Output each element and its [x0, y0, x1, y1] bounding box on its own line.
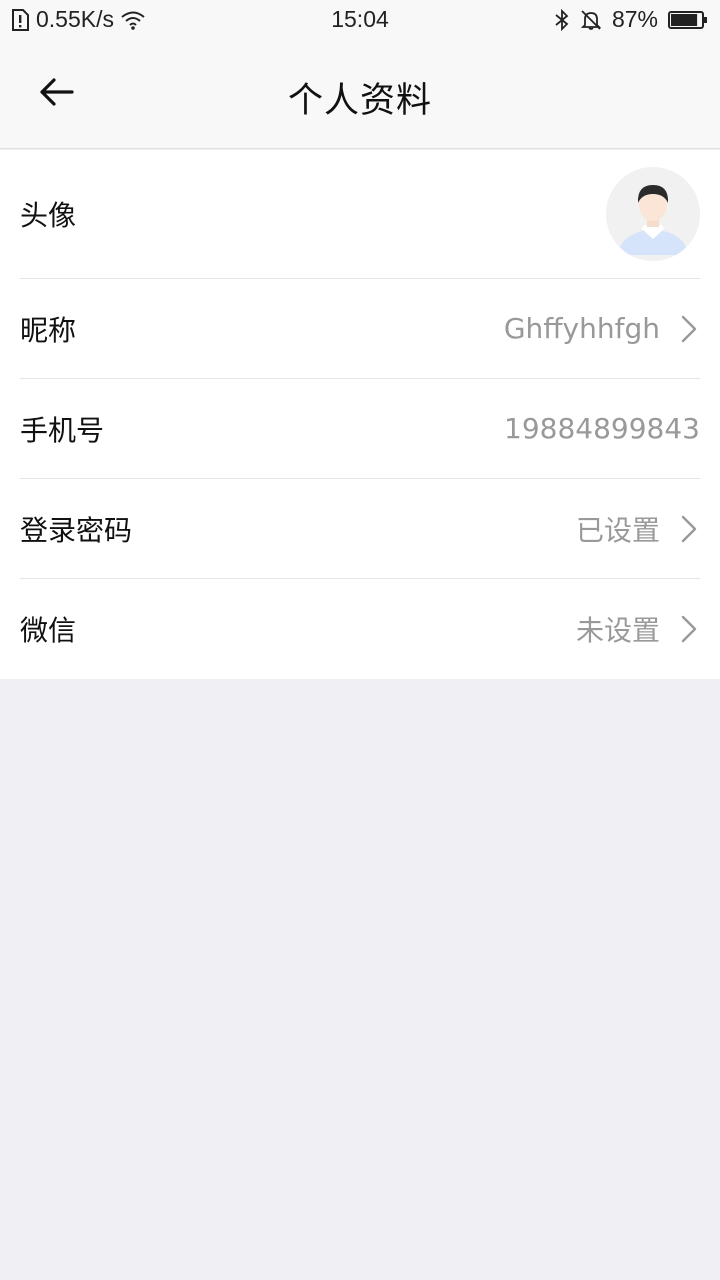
password-label: 登录密码	[20, 513, 133, 547]
status-right: 87%	[554, 6, 708, 33]
avatar[interactable]	[606, 167, 700, 261]
nickname-right: Ghffyhhfgh	[504, 279, 700, 378]
chevron-right-icon	[678, 514, 700, 544]
wechat-label: 微信	[20, 614, 77, 647]
nickname-value: Ghffyhhfgh	[503, 312, 660, 345]
avatar-right	[606, 150, 700, 278]
page-title: 个人资料	[287, 81, 432, 121]
password-row[interactable]: 登录密码 已设置	[20, 479, 700, 579]
battery-icon	[668, 10, 708, 30]
nav-bar: 个人资料	[0, 38, 720, 149]
avatar-person-icon	[606, 167, 700, 261]
phone-row: 手机号 19884899843	[20, 379, 700, 479]
wechat-value: 未设置	[575, 614, 660, 647]
password-right: 已设置	[576, 479, 700, 578]
status-bar: 0.55K/s 15:04 87%	[0, 0, 720, 38]
wechat-right: 未设置	[576, 579, 700, 679]
avatar-row[interactable]: 头像	[20, 150, 700, 279]
password-value: 已设置	[575, 513, 660, 547]
battery-percent: 87%	[611, 6, 658, 32]
profile-list: 头像 昵称 Ghffyhhfgh 手机号 19884899843 登录密码 已设…	[0, 150, 720, 679]
chevron-right-icon	[678, 614, 700, 644]
phone-right: 19884899843	[504, 379, 700, 478]
nickname-row[interactable]: 昵称 Ghffyhhfgh	[20, 279, 700, 379]
chevron-right-icon	[678, 314, 700, 344]
bluetooth-icon	[554, 8, 570, 31]
phone-label: 手机号	[20, 413, 105, 447]
mute-bell-icon	[580, 9, 602, 31]
avatar-label: 头像	[20, 199, 77, 232]
phone-value: 19884899843	[504, 412, 700, 445]
wechat-row[interactable]: 微信 未设置	[20, 579, 700, 679]
nickname-label: 昵称	[20, 313, 77, 347]
